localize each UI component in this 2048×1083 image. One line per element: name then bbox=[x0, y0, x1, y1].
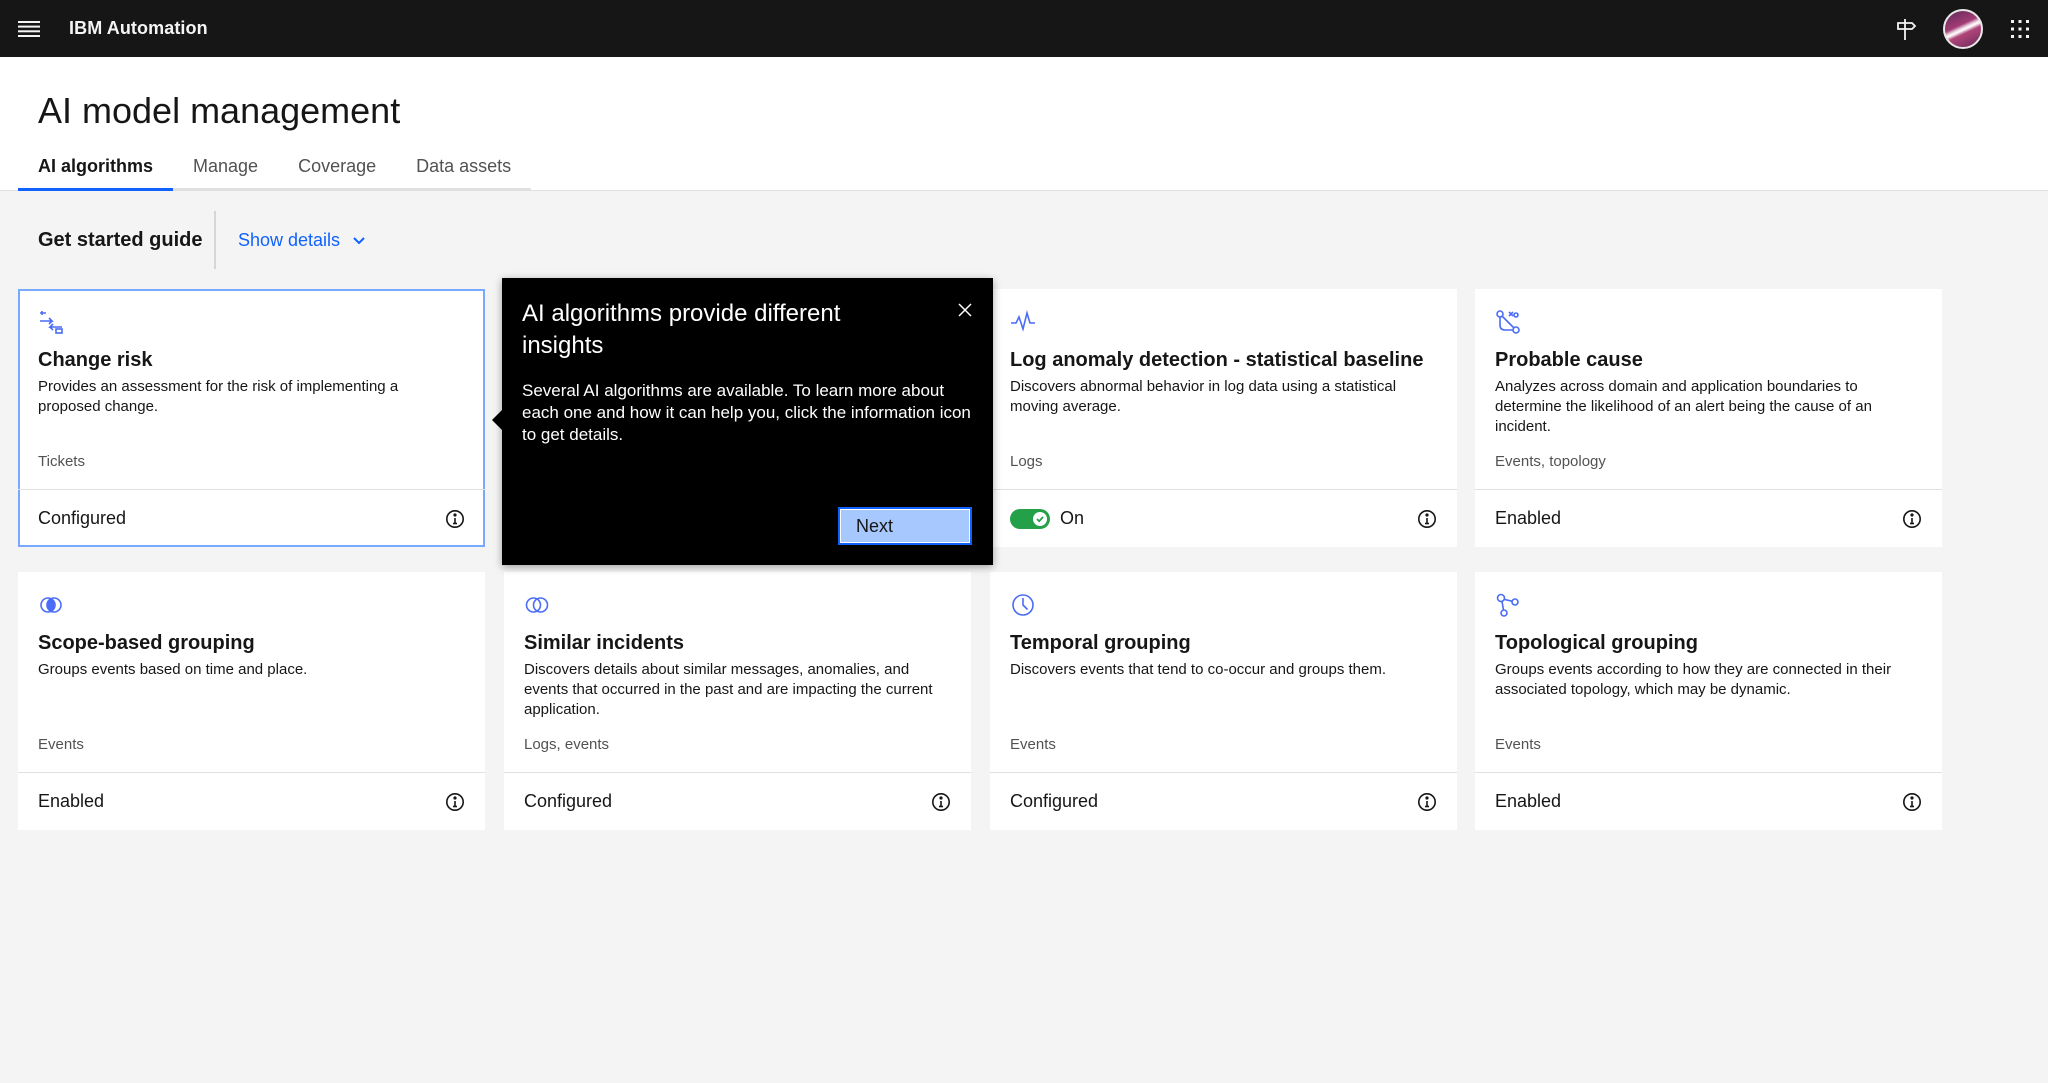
information-icon[interactable] bbox=[1902, 792, 1922, 812]
get-started-guide-label: Get started guide bbox=[38, 229, 203, 251]
card-title: Log anomaly detection - statistical base… bbox=[1010, 349, 1424, 371]
next-button[interactable]: Next bbox=[838, 507, 972, 545]
chevron-down-icon bbox=[353, 236, 365, 244]
card-description: Groups events according to how they are … bbox=[1495, 661, 1892, 698]
card-status: On bbox=[1060, 508, 1085, 528]
probable-cause-icon bbox=[1496, 310, 1520, 334]
tab-data-assets[interactable]: Data assets bbox=[396, 145, 532, 191]
tab-manage[interactable]: Manage bbox=[173, 145, 279, 191]
show-details-label: Show details bbox=[238, 230, 341, 250]
app-switcher-button[interactable] bbox=[1991, 0, 2048, 57]
algorithm-card-scope-based-grouping[interactable]: Scope-based grouping Groups events based… bbox=[18, 572, 485, 830]
onboarding-tooltip: AI algorithms provide different insights… bbox=[492, 278, 993, 565]
header-actions bbox=[1877, 0, 2048, 57]
card-tags: Events bbox=[1495, 736, 1541, 753]
card-footer: Enabled bbox=[18, 772, 485, 830]
card-description: Discovers events that tend to co-occur a… bbox=[1010, 661, 1387, 678]
card-tags: Events, topology bbox=[1495, 453, 1606, 470]
information-icon[interactable] bbox=[931, 792, 951, 812]
enable-toggle[interactable] bbox=[1010, 508, 1050, 529]
card-status: Configured bbox=[38, 508, 127, 528]
card-title: Similar incidents bbox=[524, 632, 685, 654]
information-icon[interactable] bbox=[1417, 509, 1437, 529]
card-title: Scope-based grouping bbox=[38, 632, 255, 654]
menu-button[interactable] bbox=[0, 0, 57, 57]
algorithm-card-topological-grouping[interactable]: Topological grouping Groups events accor… bbox=[1475, 572, 1942, 830]
card-tags: Tickets bbox=[38, 453, 85, 470]
card-status: Configured bbox=[1010, 791, 1099, 811]
menu-icon bbox=[17, 20, 40, 37]
change-risk-icon bbox=[40, 311, 63, 334]
card-footer: On bbox=[990, 489, 1457, 547]
toggle-knob bbox=[1033, 511, 1047, 526]
show-details-button[interactable]: Show details bbox=[238, 230, 366, 251]
card-description: Provides an assessment for the risk of i… bbox=[38, 378, 399, 415]
tooltip-body: Several AI algorithms are available. To … bbox=[522, 381, 971, 444]
card-description: Groups events based on time and place. bbox=[38, 661, 308, 678]
card-tags: Logs bbox=[1010, 453, 1043, 470]
card-title: Temporal grouping bbox=[1010, 632, 1191, 654]
information-icon[interactable] bbox=[1902, 509, 1922, 529]
guide-button[interactable] bbox=[1877, 0, 1934, 57]
signpost-icon bbox=[1896, 18, 1916, 40]
user-avatar bbox=[1942, 8, 1983, 49]
card-footer: Configured bbox=[990, 772, 1457, 830]
tab-ai-algorithms[interactable]: AI algorithms bbox=[18, 145, 174, 191]
card-footer: Enabled bbox=[1475, 489, 1942, 547]
algorithm-card-similar-incidents[interactable]: Similar incidents Discovers details abou… bbox=[504, 572, 971, 830]
card-title: Change risk bbox=[38, 349, 153, 371]
close-icon bbox=[958, 303, 972, 317]
brand-name[interactable]: IBM Automation bbox=[69, 18, 208, 39]
clock-icon bbox=[1012, 594, 1034, 616]
top-navigation-bar: IBM Automation bbox=[0, 0, 2048, 57]
card-status: Configured bbox=[524, 791, 613, 811]
algorithm-card-change-risk[interactable]: Change risk Provides an assessment for t… bbox=[18, 289, 485, 547]
card-description: Discovers details about similar messages… bbox=[524, 661, 933, 718]
tab-coverage[interactable]: Coverage bbox=[278, 145, 397, 191]
card-status: Enabled bbox=[1495, 791, 1562, 811]
tooltip-title: AI algorithms provide different insights bbox=[522, 300, 841, 359]
information-icon[interactable] bbox=[445, 792, 465, 812]
page-header: AI model management AI algorithms Manage… bbox=[0, 57, 2048, 191]
information-icon[interactable] bbox=[445, 509, 465, 529]
card-footer: Enabled bbox=[1475, 772, 1942, 830]
card-description: Discovers abnormal behavior in log data … bbox=[1010, 378, 1397, 415]
card-status: Enabled bbox=[1495, 508, 1562, 528]
algorithm-card-log-anomaly[interactable]: Log anomaly detection - statistical base… bbox=[990, 289, 1457, 547]
card-tags: Events bbox=[1010, 736, 1056, 753]
card-title: Topological grouping bbox=[1495, 632, 1698, 654]
scope-grouping-icon bbox=[40, 597, 62, 613]
page-title: AI model management bbox=[38, 90, 401, 131]
algorithm-card-probable-cause[interactable]: Probable cause Analyzes across domain an… bbox=[1475, 289, 1942, 547]
app-switcher-icon bbox=[2010, 19, 2029, 38]
guide-divider bbox=[214, 211, 216, 269]
card-status: Enabled bbox=[38, 791, 105, 811]
tooltip-caret bbox=[492, 410, 502, 430]
algorithm-card-temporal-grouping[interactable]: Temporal grouping Discovers events that … bbox=[990, 572, 1457, 830]
user-profile-button[interactable] bbox=[1934, 0, 1991, 57]
card-title: Probable cause bbox=[1495, 349, 1643, 371]
card-footer: Configured bbox=[18, 489, 485, 547]
tooltip-close-button[interactable] bbox=[949, 294, 981, 326]
card-description: Analyzes across domain and application b… bbox=[1495, 378, 1872, 435]
card-tags: Logs, events bbox=[524, 736, 610, 753]
similar-incidents-icon bbox=[525, 597, 549, 613]
activity-icon bbox=[1011, 309, 1035, 332]
information-icon[interactable] bbox=[1417, 792, 1437, 812]
card-tags: Events bbox=[38, 736, 84, 753]
topology-icon bbox=[1496, 593, 1519, 617]
tab-list: AI algorithms Manage Coverage Data asset… bbox=[18, 145, 532, 191]
checkmark-icon bbox=[1036, 515, 1044, 523]
card-footer: Configured bbox=[504, 772, 971, 830]
